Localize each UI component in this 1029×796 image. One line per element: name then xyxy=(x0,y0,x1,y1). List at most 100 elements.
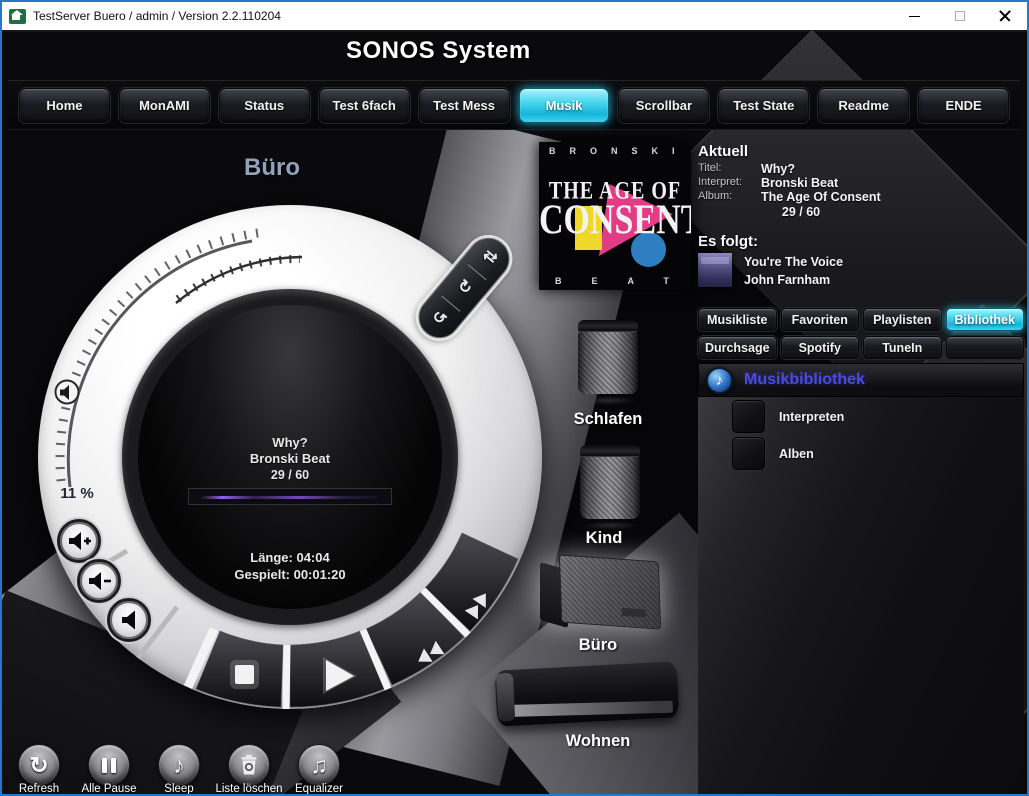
now-playing-position: 29 / 60 xyxy=(746,205,856,219)
minimize-button[interactable] xyxy=(892,2,937,30)
play-button[interactable] xyxy=(312,655,358,701)
tab-test-6fach[interactable]: Test 6fach xyxy=(319,88,410,123)
next-track-title: You're The Voice xyxy=(744,253,843,271)
album-artist-top: BRONSKI xyxy=(549,146,689,156)
volume-percent: 11 % xyxy=(42,485,112,502)
maximize-icon xyxy=(955,11,965,21)
app-window: TestServer Buero / admin / Version 2.2.1… xyxy=(0,0,1029,796)
window-controls xyxy=(892,2,1027,30)
tab-scrollbar[interactable]: Scrollbar xyxy=(618,88,709,123)
speaker-buero[interactable] xyxy=(540,558,660,634)
dial-track-info: Why? Bronski Beat 29 / 60 xyxy=(140,435,440,505)
next-track: You're The Voice John Farnham xyxy=(698,253,1018,289)
music-note-icon: ♪ xyxy=(706,367,733,394)
dial-track-title: Why? xyxy=(140,435,440,451)
equalizer-icon: ♫ xyxy=(310,754,327,777)
now-playing-row: Interpret: Bronski Beat xyxy=(698,176,1018,190)
tab-musikliste[interactable]: Musikliste xyxy=(698,308,777,331)
equalizer-button[interactable]: ♫ Equalizer xyxy=(288,744,350,794)
trash-icon xyxy=(239,754,259,776)
mute-icon xyxy=(116,608,143,632)
tab-bibliothek[interactable]: Bibliothek xyxy=(946,308,1025,331)
library-item-interpreten: Interpreten xyxy=(732,400,844,433)
alben-checkbox[interactable] xyxy=(732,437,765,470)
volume-up-icon xyxy=(66,529,93,553)
zone-title: Büro xyxy=(197,154,347,182)
pause-all-button[interactable]: Alle Pause xyxy=(78,744,140,794)
now-playing-heading: Aktuell xyxy=(698,143,1018,160)
speaker-label-schlafen[interactable]: Schlafen xyxy=(548,410,668,429)
maximize-button[interactable] xyxy=(937,2,982,30)
tab-test-mess[interactable]: Test Mess xyxy=(419,88,510,123)
shuffle-icon[interactable]: ⇄ xyxy=(480,247,501,268)
now-playing-row: Titel: Why? xyxy=(698,162,1018,176)
speaker-kind[interactable] xyxy=(580,445,640,523)
tab-playlisten[interactable]: Playlisten xyxy=(863,308,942,331)
main-content: SONOS System Home MonAMI Status Test 6fa… xyxy=(2,30,1027,794)
app-icon xyxy=(9,9,26,24)
next-heading: Es folgt: xyxy=(698,233,1018,250)
album-title-line2: CONSENT xyxy=(539,197,691,245)
tab-home[interactable]: Home xyxy=(19,88,110,123)
tab-status[interactable]: Status xyxy=(219,88,310,123)
title-bar: TestServer Buero / admin / Version 2.2.1… xyxy=(2,2,1027,30)
tab-tunein[interactable]: TuneIn xyxy=(863,336,942,359)
next-button[interactable] xyxy=(456,583,502,629)
tab-spotify[interactable]: Spotify xyxy=(781,336,860,359)
refresh-icon: ↻ xyxy=(29,754,48,777)
album-art: BRONSKI THE AGE OF CONSENT BEAT xyxy=(539,142,691,290)
close-button[interactable] xyxy=(982,2,1027,30)
clear-list-button[interactable]: Liste löschen xyxy=(218,744,280,794)
speaker-label-buero[interactable]: Büro xyxy=(538,636,658,655)
next-track-artist: John Farnham xyxy=(744,271,843,289)
speaker-wohnen[interactable] xyxy=(495,661,680,726)
tab-readme[interactable]: Readme xyxy=(818,88,909,123)
stop-button[interactable] xyxy=(222,663,268,709)
speaker-label-wohnen[interactable]: Wohnen xyxy=(538,732,658,751)
now-playing-rows: Titel: Why? Interpret: Bronski Beat Albu… xyxy=(698,162,1018,204)
speaker-schlafen[interactable] xyxy=(578,320,638,398)
dial-track-position: 29 / 60 xyxy=(140,467,440,483)
tab-favoriten[interactable]: Favoriten xyxy=(781,308,860,331)
tab-test-state[interactable]: Test State xyxy=(718,88,809,123)
library-tabs: Musikliste Favoriten Playlisten Biblioth… xyxy=(698,308,1024,359)
tab-ende[interactable]: ENDE xyxy=(918,88,1009,123)
volume-up-button[interactable] xyxy=(57,519,101,563)
next-track-thumbnail xyxy=(698,253,732,287)
waveform-progress[interactable] xyxy=(188,488,392,505)
tab-monami[interactable]: MonAMI xyxy=(119,88,210,123)
volume-down-icon xyxy=(86,569,113,593)
page-title: SONOS System xyxy=(346,37,531,65)
dial-track-artist: Bronski Beat xyxy=(140,451,440,467)
seek-arc-ticks xyxy=(178,259,300,299)
seek-arc-track xyxy=(176,257,302,303)
speaker-label-kind[interactable]: Kind xyxy=(544,529,664,548)
track-length: Länge: 04:04 xyxy=(140,549,440,566)
tab-musik[interactable]: Musik xyxy=(519,88,610,123)
tab-durchsage[interactable]: Durchsage xyxy=(698,336,777,359)
mute-button[interactable] xyxy=(107,598,151,642)
repeat-one-icon[interactable]: ↺ xyxy=(428,308,449,329)
repeat-icon[interactable]: ↻ xyxy=(454,278,475,299)
dial-times: Länge: 04:04 Gespielt: 00:01:20 xyxy=(140,549,440,583)
library-heading: Musikbibliothek xyxy=(744,371,865,389)
tab-empty[interactable] xyxy=(946,336,1025,359)
interpreten-checkbox[interactable] xyxy=(732,400,765,433)
sleep-note-icon: ♪ xyxy=(173,754,185,777)
main-nav: Home MonAMI Status Test 6fach Test Mess … xyxy=(8,80,1020,130)
now-playing-panel: Aktuell Titel: Why? Interpret: Bronski B… xyxy=(698,143,1018,289)
footer-toolbar: ↻ Refresh Alle Pause ♪ Sleep xyxy=(8,744,350,794)
pause-icon xyxy=(102,758,116,773)
library-item-alben: Alben xyxy=(732,437,814,470)
volume-down-button[interactable] xyxy=(77,559,121,603)
now-playing-row: Album: The Age Of Consent xyxy=(698,190,1018,204)
sleep-button[interactable]: ♪ Sleep xyxy=(148,744,210,794)
minimize-icon xyxy=(909,16,920,17)
player-dial: Why? Bronski Beat 29 / 60 Länge: 04:04 G… xyxy=(30,197,550,717)
library-header-bar: ♪ Musikbibliothek xyxy=(698,363,1024,397)
track-played: Gespielt: 00:01:20 xyxy=(140,566,440,583)
window-title: TestServer Buero / admin / Version 2.2.1… xyxy=(33,9,281,23)
previous-button[interactable] xyxy=(408,631,454,677)
library-panel: Interpreten Alben xyxy=(698,397,1024,794)
refresh-button[interactable]: ↻ Refresh xyxy=(8,744,70,794)
